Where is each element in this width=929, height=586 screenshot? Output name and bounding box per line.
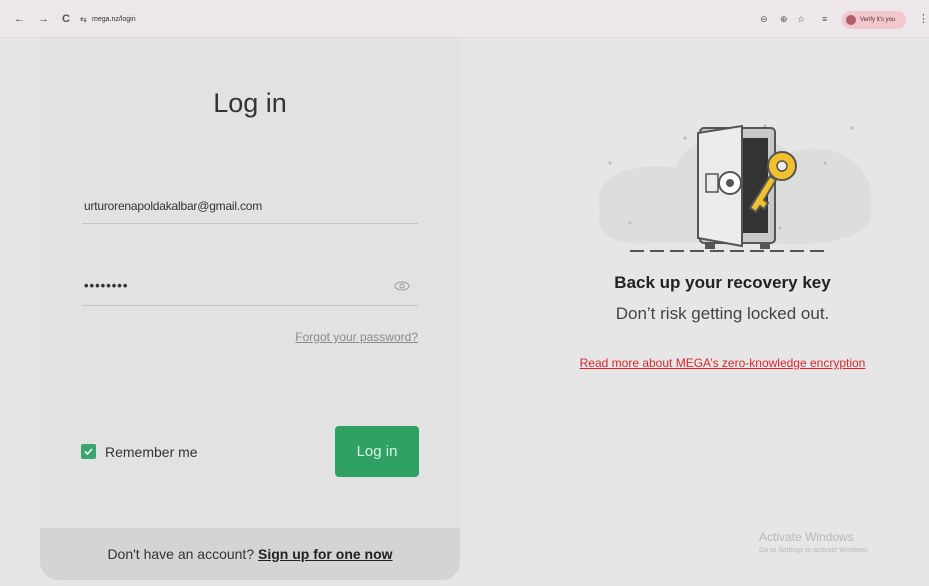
- site-settings-icon[interactable]: ⇆: [80, 12, 87, 28]
- forward-icon[interactable]: →: [38, 13, 49, 25]
- password-value[interactable]: ••••••••: [84, 278, 128, 293]
- back-icon[interactable]: ←: [14, 13, 25, 25]
- address-bar[interactable]: ⇆ mega.nz/login: [80, 12, 840, 28]
- verify-label: Verify it's you: [860, 17, 896, 23]
- menu-icon[interactable]: ⋮: [918, 12, 929, 25]
- safe-key-illustration: [598, 124, 872, 252]
- watermark-line2: Go to Settings to activate Windows.: [759, 547, 870, 554]
- browser-toolbar: ← → C ⇆ mega.nz/login ⊖ ⊕ ☆ ≡ Verify it'…: [0, 0, 929, 38]
- checkbox-checked-icon[interactable]: [81, 444, 96, 459]
- url-text[interactable]: mega.nz/login: [92, 12, 136, 28]
- encryption-info-link[interactable]: Read more about MEGA’s zero-knowledge en…: [500, 356, 929, 370]
- profile-avatar-icon: [846, 15, 856, 25]
- signup-footer: Don't have an account? Sign up for one n…: [40, 528, 460, 580]
- media-control-icon[interactable]: ≡: [822, 12, 827, 26]
- windows-activation-watermark: Activate Windows Go to Settings to activ…: [759, 530, 870, 554]
- signup-prompt: Don't have an account?: [107, 546, 258, 562]
- email-value[interactable]: urturorenapoldakalbar@gmail.com: [84, 199, 262, 213]
- watermark-line1: Activate Windows: [759, 530, 854, 544]
- password-key-icon[interactable]: ⊖: [760, 12, 768, 26]
- page-body: Log in urturorenapoldakalbar@gmail.com •…: [0, 38, 929, 586]
- login-title: Log in: [213, 88, 287, 118]
- login-card: Log in urturorenapoldakalbar@gmail.com •…: [40, 38, 460, 580]
- password-field[interactable]: ••••••••: [82, 272, 418, 306]
- bookmark-star-icon[interactable]: ☆: [797, 12, 805, 26]
- promo-title: Back up your recovery key: [614, 273, 831, 292]
- zoom-icon[interactable]: ⊕: [780, 12, 788, 26]
- login-button[interactable]: Log in: [335, 426, 419, 477]
- signup-link[interactable]: Sign up for one now: [258, 546, 393, 562]
- email-field[interactable]: urturorenapoldakalbar@gmail.com: [82, 190, 418, 224]
- show-password-eye-icon[interactable]: [394, 281, 410, 291]
- verify-profile-button[interactable]: Verify it's you: [842, 11, 906, 29]
- promo-subtitle: Don’t risk getting locked out.: [615, 304, 830, 323]
- forgot-password-link[interactable]: Forgot your password?: [295, 330, 418, 344]
- reload-icon[interactable]: C: [62, 13, 70, 25]
- remember-me-label[interactable]: Remember me: [105, 444, 198, 460]
